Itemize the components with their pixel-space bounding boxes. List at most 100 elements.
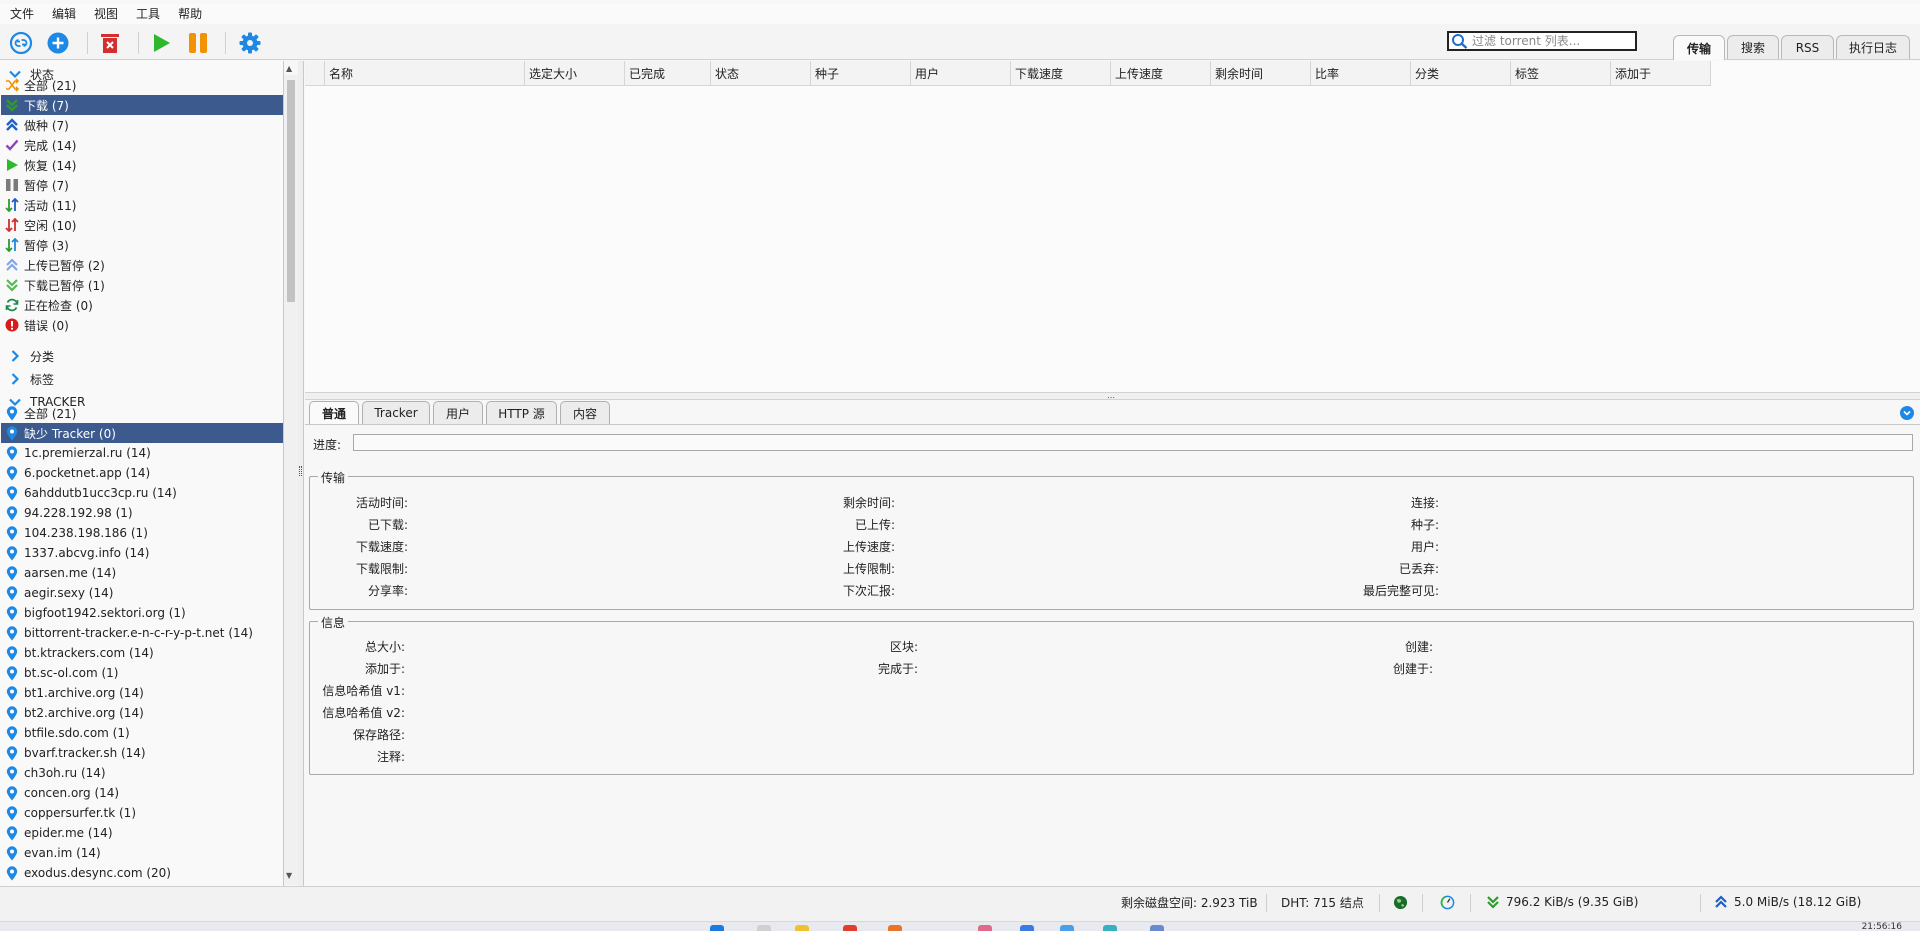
sidebar-filter-item[interactable]: 完成 (14) [1,135,283,155]
sidebar-filter-item[interactable]: 空闲 (10) [1,215,283,235]
column-header[interactable]: 选定大小 [525,61,625,86]
sidebar-filter-item[interactable]: bt2.archive.org (14) [1,703,283,723]
sidebar-filter-item[interactable]: aarsen.me (14) [1,563,283,583]
sidebar-filter-item[interactable]: 缺少 Tracker (0) [1,423,283,443]
sidebar-filter-item[interactable]: bigfoot1942.sektori.org (1) [1,603,283,623]
sidebar-filter-item[interactable]: 正在检查 (0) [1,295,283,315]
pause-button[interactable] [186,31,210,55]
column-header[interactable]: 剩余时间 [1211,61,1311,86]
column-header[interactable]: 状态 [711,61,811,86]
taskbar-app-icon[interactable] [1103,925,1117,931]
tab-content[interactable]: 内容 [560,401,610,424]
menu-item[interactable]: 视图 [85,4,127,24]
add-torrent-button[interactable] [46,31,70,55]
sidebar-filter-item[interactable]: bittorrent-tracker.e-n-c-r-y-p-t.net (14… [1,623,283,643]
sidebar-filter-item[interactable]: 恢复 (14) [1,155,283,175]
sidebar-filter-item[interactable]: 活动 (11) [1,195,283,215]
sidebar-filter-item[interactable]: bvarf.tracker.sh (14) [1,743,283,763]
tab-label: 内容 [572,406,597,421]
taskbar-app-icon[interactable] [1060,925,1074,931]
torrent-filter-input[interactable] [1472,34,1632,48]
filter-item-label: 全部 (21) [24,78,77,93]
resume-button[interactable] [149,31,173,55]
collapse-panel-button[interactable] [1900,406,1914,420]
menu-item[interactable]: 工具 [127,4,169,24]
sidebar-filter-item[interactable]: epider.me (14) [1,823,283,843]
upload-speed[interactable]: 5.0 MiB/s (18.12 GiB) [1714,887,1861,917]
sidebar-filter-item[interactable]: aegir.sexy (14) [1,583,283,603]
download-speed[interactable]: 796.2 KiB/s (9.35 GiB) [1486,887,1638,917]
column-header[interactable]: 添加于 [1611,61,1711,86]
sidebar-filter-item[interactable]: coppersurfer.tk (1) [1,803,283,823]
sidebar-filter-item[interactable]: 104.238.198.186 (1) [1,523,283,543]
delete-torrent-button[interactable] [98,31,122,55]
sidebar-filter-item[interactable]: btfile.sdo.com (1) [1,723,283,743]
tab-general[interactable]: 普通 [309,401,359,424]
sidebar-filter-item[interactable]: 1c.premierzal.ru (14) [1,443,283,463]
column-header[interactable]: 分类 [1411,61,1511,86]
tag-section-header[interactable]: 标签 [8,370,54,388]
sidebar-filter-item[interactable]: bt.ktrackers.com (14) [1,643,283,663]
status-separator [1379,894,1380,912]
sidebar-filter-item[interactable]: evan.im (14) [1,843,283,863]
windows-start-icon[interactable] [710,925,724,931]
tab-transfers[interactable]: 传输 [1673,35,1725,60]
sidebar-filter-item[interactable]: 下载 (7) [1,95,283,115]
alt-speed-toggle[interactable] [1440,887,1455,917]
menu-item[interactable]: 文件 [0,4,43,24]
column-header[interactable]: 名称 [325,61,525,86]
add-torrent-link-button[interactable] [9,31,33,55]
tab-search[interactable]: 搜索 [1727,35,1779,59]
taskbar-app-icon[interactable] [888,925,902,931]
sidebar-filter-item[interactable]: ch3oh.ru (14) [1,763,283,783]
splitter-grip-icon[interactable]: ⋯ [1107,393,1115,402]
taskbar-app-icon[interactable] [843,925,857,931]
toolbar-separator [225,32,226,54]
sidebar-filter-item[interactable]: 6.pocketnet.app (14) [1,463,283,483]
tab-rss[interactable]: RSS [1781,35,1834,59]
column-header[interactable]: 标签 [1511,61,1611,86]
sidebar-filter-item[interactable]: bt.sc-ol.com (1) [1,663,283,683]
taskbar-app-icon[interactable] [1020,925,1034,931]
sidebar-filter-item[interactable]: 全部 (21) [1,403,283,423]
splitter-handle-icon[interactable] [299,466,302,476]
tab-trackers[interactable]: Tracker [362,401,430,424]
sidebar-filter-item[interactable]: concen.org (14) [1,783,283,803]
folder-icon[interactable] [795,925,809,931]
category-section-header[interactable]: 分类 [8,347,54,365]
menu-item[interactable]: 帮助 [169,4,211,24]
sidebar-filter-item[interactable]: 94.228.192.98 (1) [1,503,283,523]
sidebar-filter-item[interactable]: 暂停 (7) [1,175,283,195]
taskbar-app-icon[interactable] [757,925,771,931]
options-button[interactable] [238,31,262,55]
sidebar-scrollbar-thumb[interactable] [287,80,295,302]
taskbar-app-icon[interactable] [978,925,992,931]
scroll-up-arrow-icon[interactable]: ▲ [286,64,292,73]
connection-status[interactable] [1393,887,1408,917]
sidebar-filter-item[interactable]: 全部 (21) [1,75,283,95]
sidebar-filter-item[interactable]: 暂停 (3) [1,235,283,255]
sidebar-filter-item[interactable]: 6ahddutb1ucc3cp.ru (14) [1,483,283,503]
sidebar-filter-item[interactable]: 1337.abcvg.info (14) [1,543,283,563]
menu-item[interactable]: 编辑 [43,4,85,24]
sidebar-filter-item[interactable]: 上传已暂停 (2) [1,255,283,275]
column-header[interactable]: 种子 [811,61,911,86]
tab-peers[interactable]: 用户 [433,401,483,424]
column-header[interactable]: 用户 [911,61,1011,86]
sidebar-filter-item[interactable]: exodus.desync.com (20) [1,863,283,883]
tab-execution-log[interactable]: 执行日志 [1836,35,1910,59]
column-header[interactable]: 比率 [1311,61,1411,86]
tab-http-sources[interactable]: HTTP 源 [486,401,557,424]
tab-label: 搜索 [1740,41,1765,55]
torrent-filter-box[interactable] [1447,31,1637,51]
torrent-list[interactable] [305,61,1920,392]
sidebar-filter-item[interactable]: 下载已暂停 (1) [1,275,283,295]
column-header[interactable]: 上传速度 [1111,61,1211,86]
column-header[interactable]: 已完成 [625,61,711,86]
sidebar-filter-item[interactable]: 做种 (7) [1,115,283,135]
sidebar-filter-item[interactable]: bt1.archive.org (14) [1,683,283,703]
scroll-down-arrow-icon[interactable]: ▼ [286,871,292,880]
column-header[interactable]: 下载速度 [1011,61,1111,86]
sidebar-filter-item[interactable]: 错误 (0) [1,315,283,335]
taskbar-app-icon[interactable] [1150,925,1164,931]
